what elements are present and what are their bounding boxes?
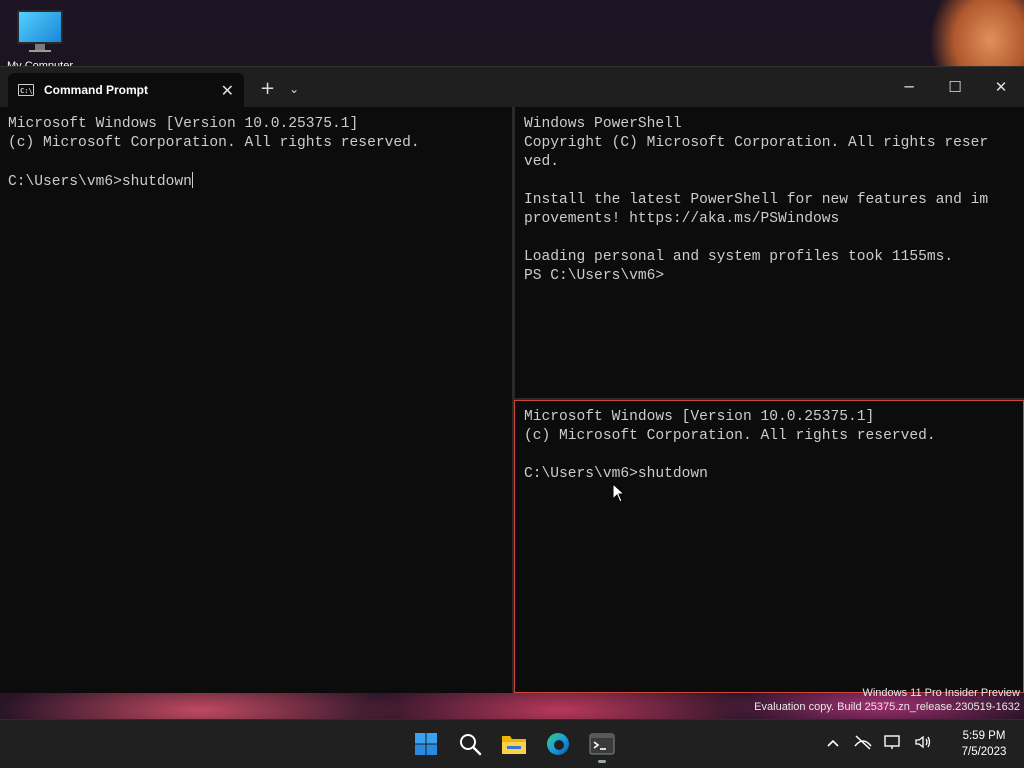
pane-right-bottom-cmd-active[interactable]: Microsoft Windows [Version 10.0.25375.1]… bbox=[514, 400, 1024, 693]
terminal-line: Windows PowerShell bbox=[524, 116, 682, 132]
search-icon bbox=[460, 734, 482, 756]
pane-left-cmd[interactable]: Microsoft Windows [Version 10.0.25375.1]… bbox=[0, 107, 512, 693]
evaluation-watermark: Windows 11 Pro Insider Preview Evaluatio… bbox=[754, 686, 1020, 714]
window-controls: ─ ☐ ✕ bbox=[886, 67, 1024, 107]
pane-right-top-powershell[interactable]: Windows PowerShell Copyright (C) Microso… bbox=[516, 107, 1024, 399]
tab-command-prompt[interactable]: C:\ Command Prompt ✕ bbox=[8, 73, 244, 107]
start-button[interactable] bbox=[406, 724, 446, 764]
clock-date: 7/5/2023 bbox=[961, 746, 1007, 758]
close-button[interactable]: ✕ bbox=[978, 67, 1024, 107]
volume-icon[interactable] bbox=[912, 734, 934, 754]
taskbar-apps bbox=[404, 720, 624, 768]
edge-icon bbox=[547, 733, 569, 755]
desktop-icon-my-computer[interactable]: My Computer bbox=[4, 8, 76, 72]
chevron-up-icon[interactable] bbox=[822, 736, 844, 752]
minimize-button[interactable]: ─ bbox=[886, 67, 932, 107]
terminal-line: PS C:\Users\vm6> bbox=[524, 268, 665, 284]
maximize-button[interactable]: ☐ bbox=[932, 67, 978, 107]
chevron-down-icon[interactable]: ⌄ bbox=[289, 73, 299, 107]
terminal-line: C:\Users\vm6>shutdown bbox=[524, 466, 708, 482]
tab-title: Command Prompt bbox=[44, 83, 149, 97]
search-button[interactable] bbox=[450, 724, 490, 764]
terminal-line: provements! https://aka.ms/PSWindows bbox=[524, 211, 840, 227]
title-bar[interactable]: C:\ Command Prompt ✕ + ⌄ ─ ☐ ✕ bbox=[0, 67, 1024, 107]
network-offline-icon[interactable] bbox=[852, 734, 874, 754]
system-tray: 5:59 PM 7/5/2023 bbox=[818, 720, 1024, 768]
terminal-line: Microsoft Windows [Version 10.0.25375.1] bbox=[524, 409, 875, 425]
text-cursor bbox=[191, 172, 193, 188]
terminal-icon bbox=[589, 733, 615, 755]
file-explorer-icon bbox=[502, 736, 526, 754]
terminal-line: (c) Microsoft Corporation. All rights re… bbox=[8, 135, 420, 151]
terminal-line: Microsoft Windows [Version 10.0.25375.1] bbox=[8, 116, 359, 132]
terminal-line: Install the latest PowerShell for new fe… bbox=[524, 192, 989, 208]
pane-container: Microsoft Windows [Version 10.0.25375.1]… bbox=[0, 107, 1024, 693]
watermark-line: Evaluation copy. Build 25375.zn_release.… bbox=[754, 701, 1020, 713]
close-tab-icon[interactable]: ✕ bbox=[221, 81, 234, 100]
clock-time: 5:59 PM bbox=[962, 730, 1006, 742]
new-tab-button[interactable]: + bbox=[260, 73, 275, 107]
taskbar: 5:59 PM 7/5/2023 bbox=[0, 719, 1024, 768]
computer-icon bbox=[17, 10, 63, 44]
terminal-taskbar-button[interactable] bbox=[582, 724, 622, 764]
start-icon bbox=[415, 733, 437, 755]
edge-button[interactable] bbox=[538, 724, 578, 764]
terminal-line: Copyright (C) Microsoft Corporation. All… bbox=[524, 135, 989, 151]
file-explorer-button[interactable] bbox=[494, 724, 534, 764]
clock[interactable]: 5:59 PM 7/5/2023 bbox=[944, 728, 1024, 760]
watermark-line: Windows 11 Pro Insider Preview bbox=[862, 687, 1020, 699]
terminal-line: Loading personal and system profiles too… bbox=[524, 249, 954, 265]
terminal-line: (c) Microsoft Corporation. All rights re… bbox=[524, 428, 936, 444]
terminal-line: ved. bbox=[524, 154, 560, 170]
terminal-line: C:\Users\vm6>shutdown bbox=[8, 174, 192, 190]
display-icon[interactable] bbox=[882, 734, 904, 754]
cmd-icon: C:\ bbox=[18, 84, 34, 96]
mouse-pointer-icon bbox=[612, 483, 626, 503]
terminal-window: C:\ Command Prompt ✕ + ⌄ ─ ☐ ✕ Microsoft… bbox=[0, 66, 1024, 693]
